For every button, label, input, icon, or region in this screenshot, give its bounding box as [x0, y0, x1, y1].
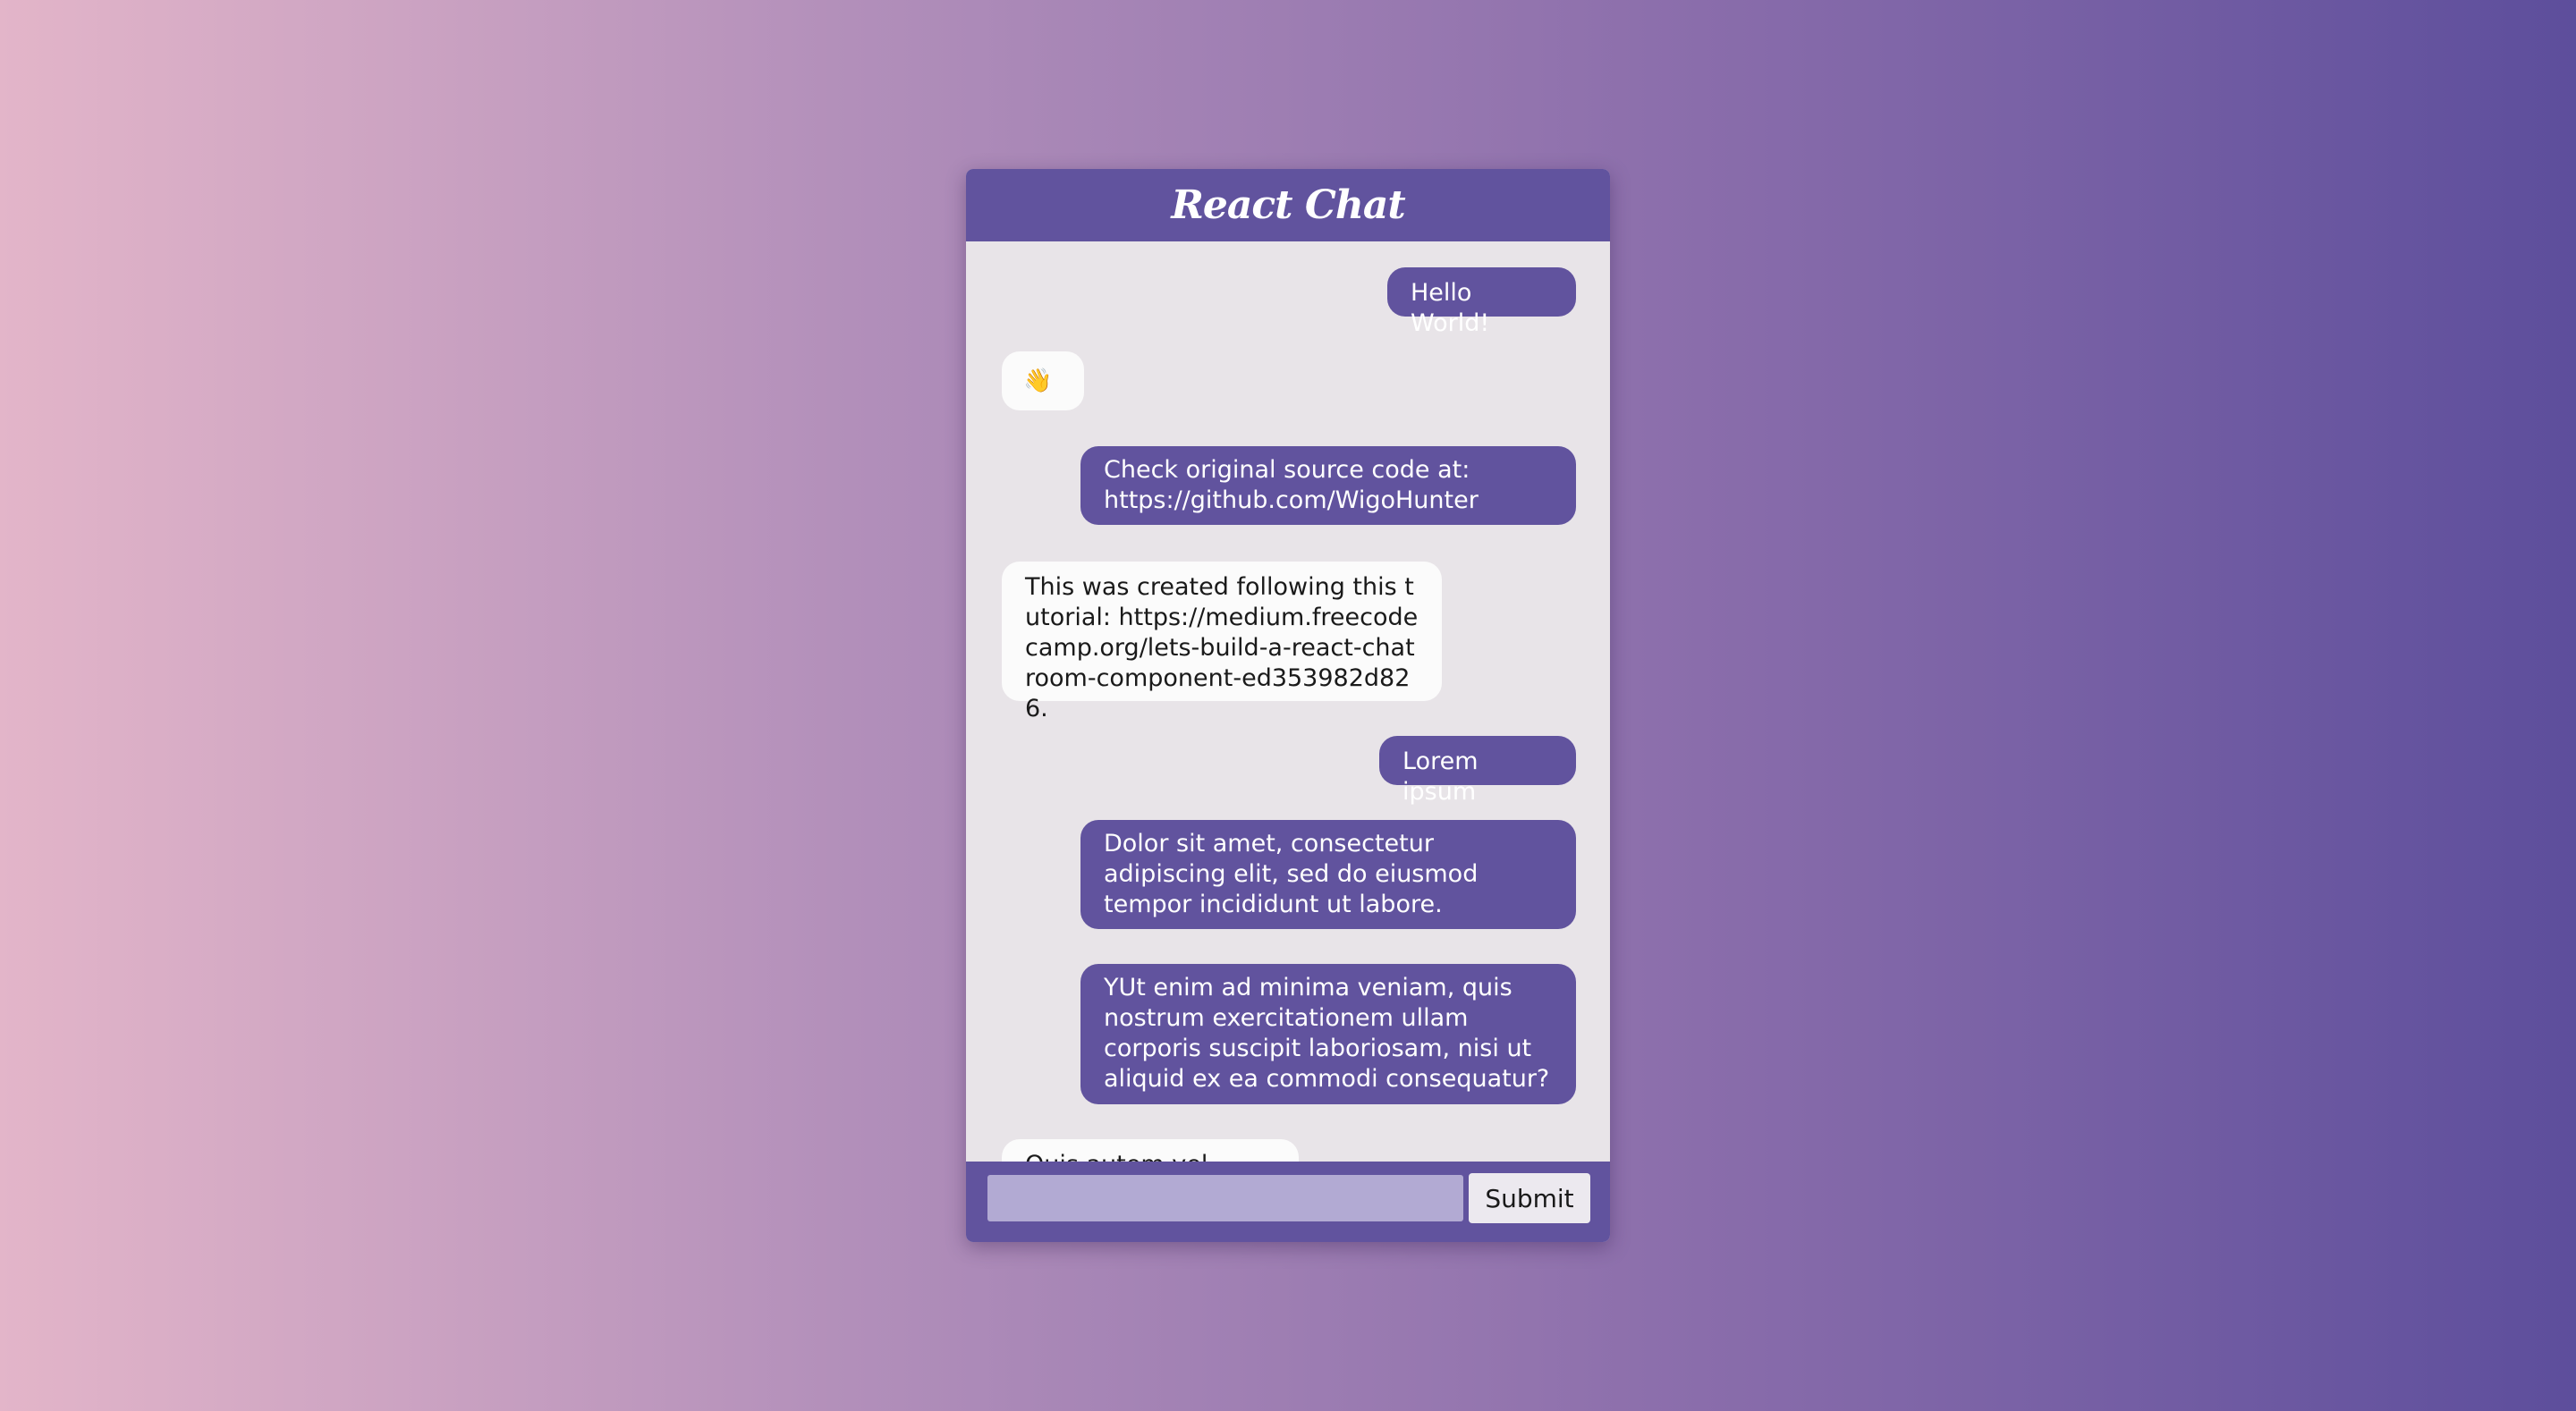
message-bubble-received: Quis autem vel	[1002, 1139, 1299, 1162]
message-input[interactable]	[987, 1175, 1463, 1221]
chat-window: React Chat Hello World! 👋 Check original…	[966, 169, 1610, 1242]
message-bubble-sent: Hello World!	[1387, 267, 1576, 337]
submit-button[interactable]: Submit	[1469, 1173, 1590, 1223]
chat-header: React Chat	[966, 169, 1610, 241]
message-list[interactable]: Hello World! 👋 Check original source cod…	[966, 241, 1610, 1162]
chat-title: React Chat	[1171, 182, 1405, 228]
message-bubble-sent: Lorem ipsum	[1379, 736, 1576, 806]
message-bubble-received: 👋	[1002, 351, 1084, 410]
message-bubble-sent: Dolor sit amet, consectetur adipiscing e…	[1080, 820, 1576, 929]
message-bubble-received: This was created following this tutorial…	[1002, 562, 1442, 722]
message-bubble-sent: Check original source code at: https://g…	[1080, 446, 1576, 525]
message-bubble-sent: YUt enim ad minima veniam, quis nostrum …	[1080, 964, 1576, 1104]
composer: Submit	[966, 1162, 1610, 1242]
